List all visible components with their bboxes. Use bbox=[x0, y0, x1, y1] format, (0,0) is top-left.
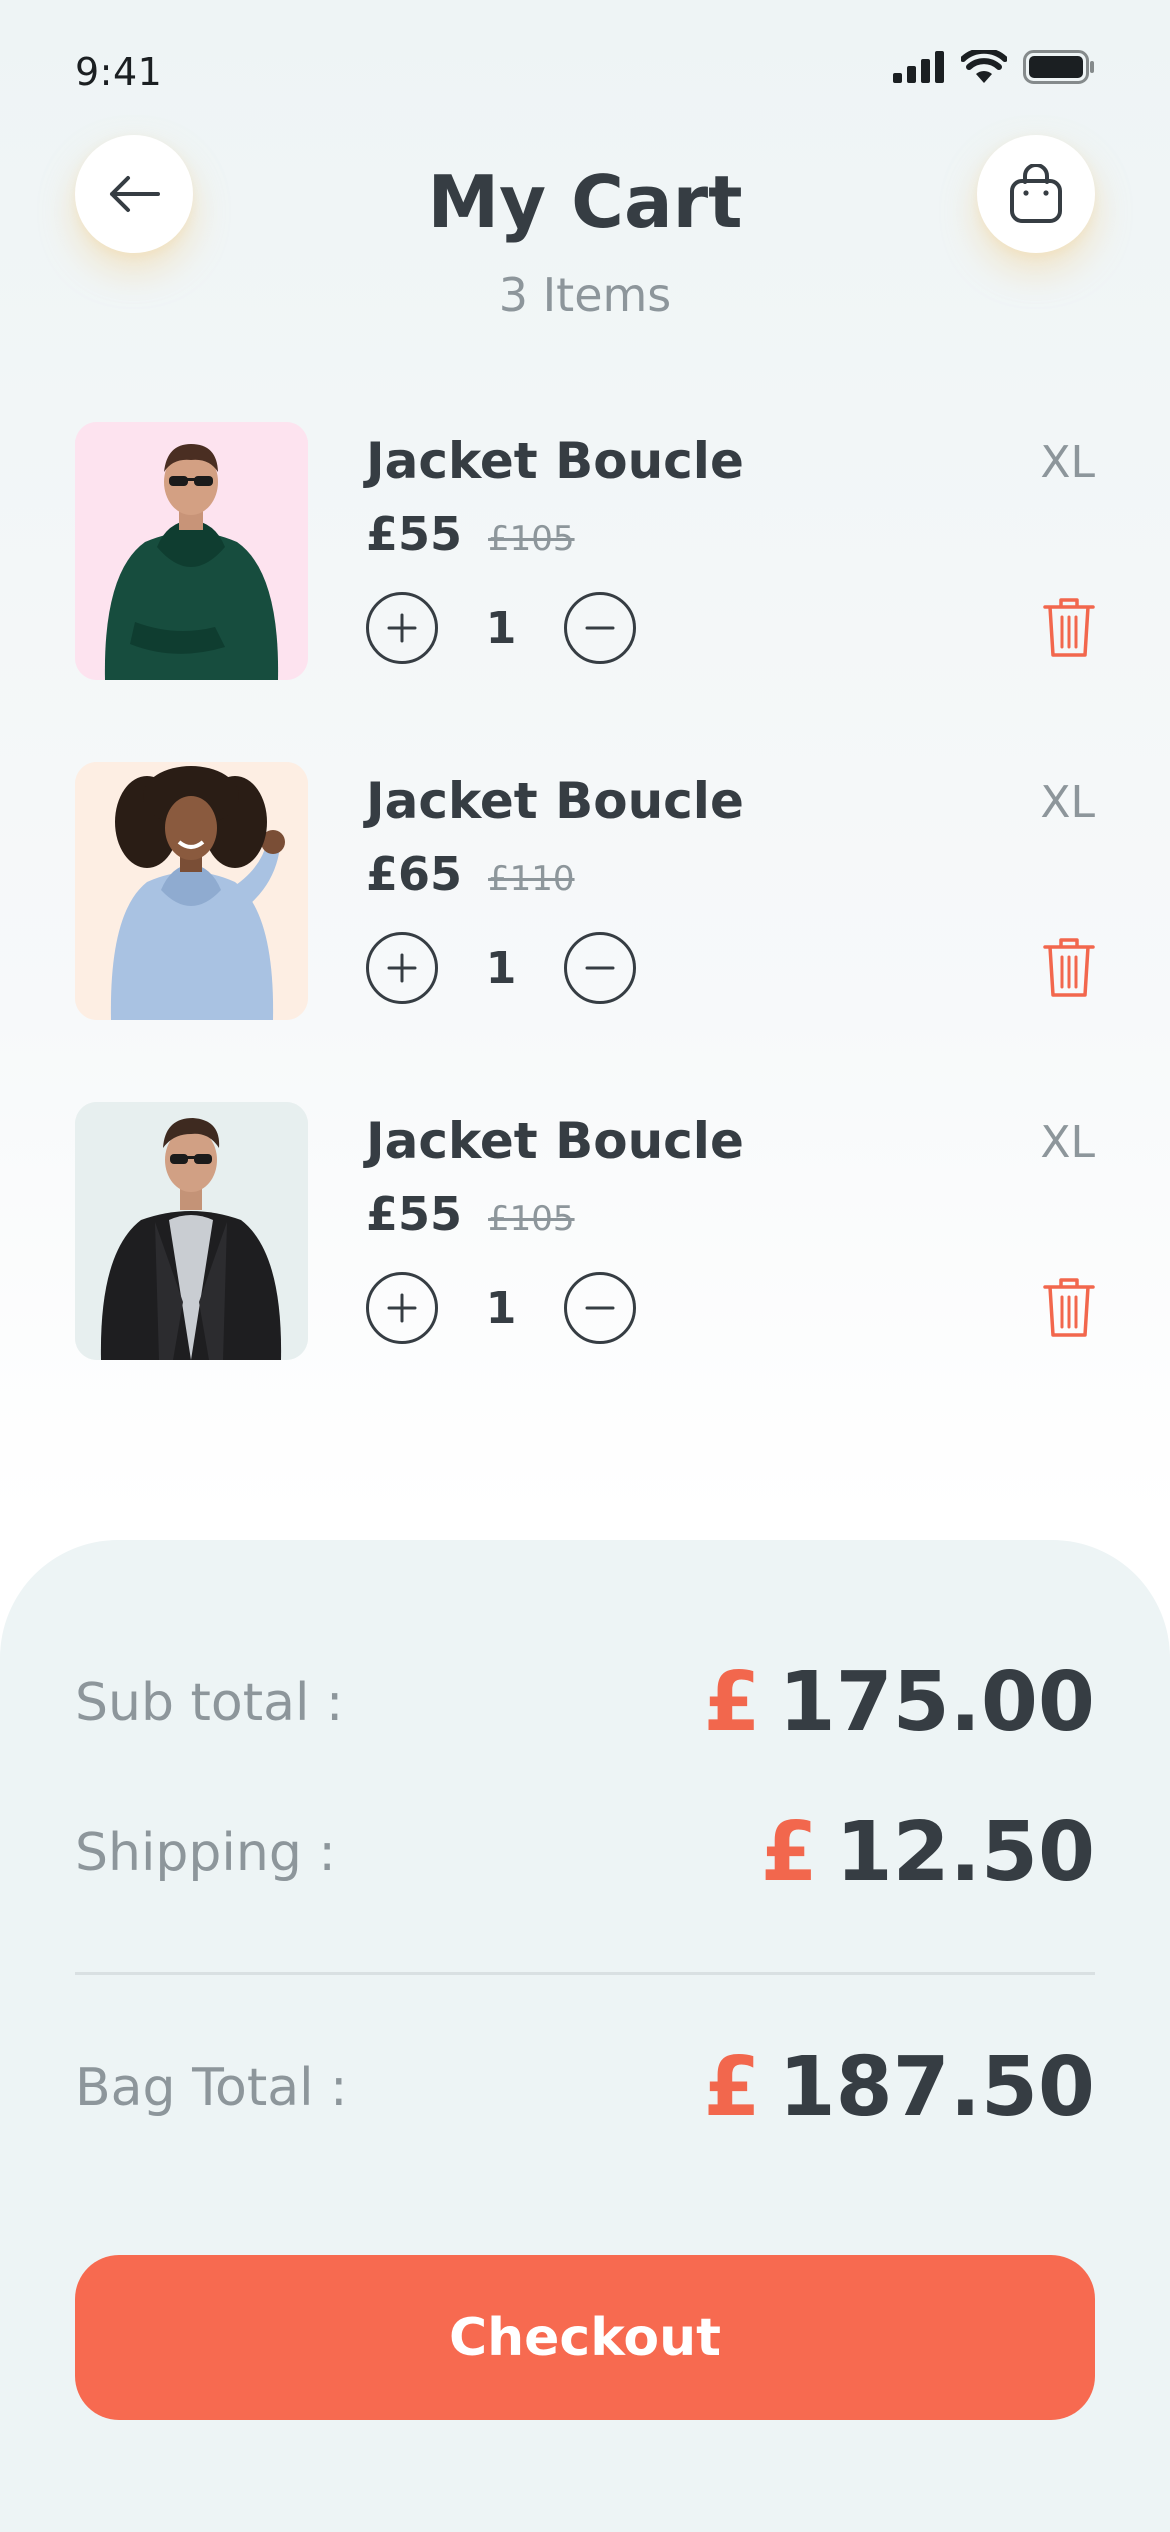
product-size: XL bbox=[1040, 1117, 1095, 1168]
summary-divider bbox=[75, 1972, 1095, 1975]
quantity-stepper: 1 bbox=[366, 1272, 636, 1344]
item-count: 3 Items bbox=[498, 268, 672, 322]
quantity-value: 1 bbox=[485, 1282, 517, 1334]
shipping-amount: 12.50 bbox=[835, 1805, 1095, 1900]
quantity-value: 1 bbox=[485, 602, 517, 654]
trash-icon bbox=[1043, 1278, 1095, 1337]
product-price: £65 bbox=[366, 847, 463, 901]
delete-item-button[interactable] bbox=[1043, 1275, 1095, 1339]
currency-symbol: £ bbox=[703, 2040, 761, 2135]
increase-quantity-button[interactable] bbox=[366, 1272, 438, 1344]
quantity-value: 1 bbox=[485, 942, 517, 994]
checkout-button[interactable]: Checkout bbox=[75, 2255, 1095, 2420]
minus-icon bbox=[585, 966, 615, 970]
decrease-quantity-button[interactable] bbox=[564, 1272, 636, 1344]
product-price: £55 bbox=[366, 507, 463, 561]
product-image[interactable] bbox=[75, 762, 308, 1020]
shipping-row: Shipping : £12.50 bbox=[75, 1805, 1095, 1900]
subtotal-label: Sub total : bbox=[75, 1672, 344, 1733]
bag-total-label: Bag Total : bbox=[75, 2057, 348, 2118]
shopping-bag-icon bbox=[1010, 164, 1062, 223]
product-photo-green-hoodie bbox=[75, 422, 308, 680]
product-size: XL bbox=[1040, 777, 1095, 828]
currency-symbol: £ bbox=[760, 1805, 818, 1900]
shipping-label: Shipping : bbox=[75, 1822, 336, 1883]
decrease-quantity-button[interactable] bbox=[564, 592, 636, 664]
cellular-signal-icon bbox=[893, 51, 944, 83]
plus-icon bbox=[387, 613, 417, 643]
delete-item-button[interactable] bbox=[1043, 935, 1095, 999]
plus-icon bbox=[387, 953, 417, 983]
decrease-quantity-button[interactable] bbox=[564, 932, 636, 1004]
bag-total-row: Bag Total : £187.50 bbox=[75, 2040, 1095, 2135]
status-icons bbox=[893, 50, 1095, 84]
quantity-stepper: 1 bbox=[366, 932, 636, 1004]
product-old-price: £105 bbox=[488, 519, 575, 559]
increase-quantity-button[interactable] bbox=[366, 592, 438, 664]
cart-item: Jacket Boucle XL £55 £105 1 bbox=[75, 1102, 1095, 1360]
product-name: Jacket Boucle bbox=[366, 772, 744, 830]
subtotal-amount: 175.00 bbox=[778, 1655, 1095, 1750]
product-name: Jacket Boucle bbox=[366, 1112, 744, 1170]
product-old-price: £110 bbox=[488, 859, 575, 899]
product-photo-leather-jacket bbox=[75, 1102, 308, 1360]
status-bar: 9:41 bbox=[0, 0, 1170, 140]
price-row: £65 £110 bbox=[366, 847, 575, 901]
shipping-value: £12.50 bbox=[761, 1805, 1095, 1900]
price-row: £55 £105 bbox=[366, 507, 575, 561]
bag-button[interactable] bbox=[977, 135, 1095, 253]
cart-item: Jacket Boucle XL £65 £110 1 bbox=[75, 762, 1095, 1020]
cart-list: Jacket Boucle XL £55 £105 1 Jacket Boucl… bbox=[75, 422, 1095, 1442]
plus-icon bbox=[387, 1293, 417, 1323]
status-time: 9:41 bbox=[75, 50, 163, 94]
cart-item: Jacket Boucle XL £55 £105 1 bbox=[75, 422, 1095, 680]
bag-total-value: £187.50 bbox=[704, 2040, 1096, 2135]
product-price: £55 bbox=[366, 1187, 463, 1241]
product-photo-blue-hoodie bbox=[75, 762, 308, 1020]
minus-icon bbox=[585, 626, 615, 630]
minus-icon bbox=[585, 1306, 615, 1310]
product-image[interactable] bbox=[75, 422, 308, 680]
subtotal-value: £175.00 bbox=[704, 1655, 1096, 1750]
product-size: XL bbox=[1040, 437, 1095, 488]
order-summary: Sub total : £175.00 Shipping : £12.50 Ba… bbox=[0, 1540, 1170, 2532]
price-row: £55 £105 bbox=[366, 1187, 575, 1241]
trash-icon bbox=[1043, 938, 1095, 997]
product-image[interactable] bbox=[75, 1102, 308, 1360]
bag-total-amount: 187.50 bbox=[778, 2040, 1095, 2135]
battery-icon bbox=[1023, 50, 1094, 84]
product-name: Jacket Boucle bbox=[366, 432, 744, 490]
currency-symbol: £ bbox=[703, 1655, 761, 1750]
delete-item-button[interactable] bbox=[1043, 595, 1095, 659]
product-old-price: £105 bbox=[488, 1199, 575, 1239]
increase-quantity-button[interactable] bbox=[366, 932, 438, 1004]
quantity-stepper: 1 bbox=[366, 592, 636, 664]
subtotal-row: Sub total : £175.00 bbox=[75, 1655, 1095, 1750]
wifi-icon bbox=[961, 50, 1007, 83]
trash-icon bbox=[1043, 598, 1095, 657]
